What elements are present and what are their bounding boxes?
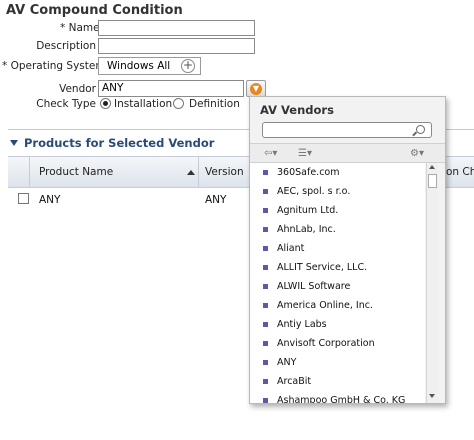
vendor-field[interactable]: ANY (98, 80, 244, 97)
definition-radio[interactable] (173, 98, 184, 109)
name-label: * Name (60, 22, 100, 34)
back-arrow-icon[interactable]: ⇦▾ (264, 148, 277, 159)
gear-icon[interactable]: ⚙▾ (410, 148, 424, 159)
scroll-down-icon[interactable] (429, 394, 435, 398)
definition-label: Definition (189, 98, 240, 110)
av-vendors-popup: AV Vendors ⇦▾ ☰▾ ⚙▾ 360Safe.com AEC, spo… (249, 96, 446, 404)
popup-toolbar: ⇦▾ ☰▾ ⚙▾ (250, 143, 445, 163)
list-item[interactable]: Aliant (250, 239, 425, 258)
list-item[interactable]: AEC, spol. s r.o. (250, 182, 425, 201)
column-divider (198, 156, 199, 188)
collapse-triangle-icon (10, 140, 18, 146)
search-icon[interactable] (416, 125, 425, 134)
column-header-truncated[interactable]: on Ch (446, 166, 474, 178)
description-field[interactable] (98, 38, 255, 54)
installation-radio[interactable] (100, 98, 111, 109)
name-field[interactable] (98, 20, 255, 36)
list-item[interactable]: ArcaBit (250, 372, 425, 391)
column-header-version[interactable]: Version (205, 166, 244, 178)
list-item[interactable]: Anvisoft Corporation (250, 334, 425, 353)
products-section-header[interactable]: Products for Selected Vendor (10, 136, 214, 150)
list-item[interactable]: 360Safe.com (250, 163, 425, 182)
vendor-list: 360Safe.com AEC, spol. s r.o. Agnitum Lt… (250, 163, 425, 403)
list-item[interactable]: ALLIT Service, LLC. (250, 258, 425, 277)
os-select[interactable]: Windows All + (98, 57, 201, 75)
list-item[interactable]: Antiy Labs (250, 315, 425, 334)
installation-label: Installation (114, 98, 173, 110)
vendor-list-scrollbar[interactable] (426, 163, 438, 403)
column-header-product-name[interactable]: Product Name (39, 166, 113, 178)
product-name-cell: ANY (39, 194, 61, 206)
vendor-label: Vendor (59, 83, 96, 95)
products-section-title: Products for Selected Vendor (24, 136, 215, 150)
check-type-label: Check Type (36, 98, 96, 110)
scroll-up-icon[interactable] (429, 165, 435, 169)
scrollbar-thumb[interactable] (428, 174, 437, 188)
list-item[interactable]: ALWIL Software (250, 277, 425, 296)
sort-ascending-icon[interactable] (187, 170, 195, 175)
vendor-dropdown-button[interactable]: ▼ (246, 80, 266, 97)
description-label: Description (36, 40, 96, 52)
popup-title: AV Vendors (260, 103, 334, 117)
column-divider (29, 156, 30, 188)
page-title: AV Compound Condition (6, 3, 183, 18)
list-view-icon[interactable]: ☰▾ (298, 148, 312, 159)
list-item[interactable]: America Online, Inc. (250, 296, 425, 315)
dropdown-circle-icon: ▼ (250, 83, 262, 95)
version-cell: ANY (205, 194, 227, 206)
list-item[interactable]: AhnLab, Inc. (250, 220, 425, 239)
os-value: Windows All (107, 60, 171, 72)
list-item[interactable]: Agnitum Ltd. (250, 201, 425, 220)
list-item[interactable]: Ashampoo GmbH & Co. KG (250, 391, 425, 403)
os-label: * Operating System (2, 60, 106, 72)
plus-circle-icon[interactable]: + (181, 59, 195, 73)
vendor-search-input[interactable] (262, 122, 432, 138)
list-item[interactable]: ANY (250, 353, 425, 372)
row-checkbox[interactable] (18, 193, 29, 204)
